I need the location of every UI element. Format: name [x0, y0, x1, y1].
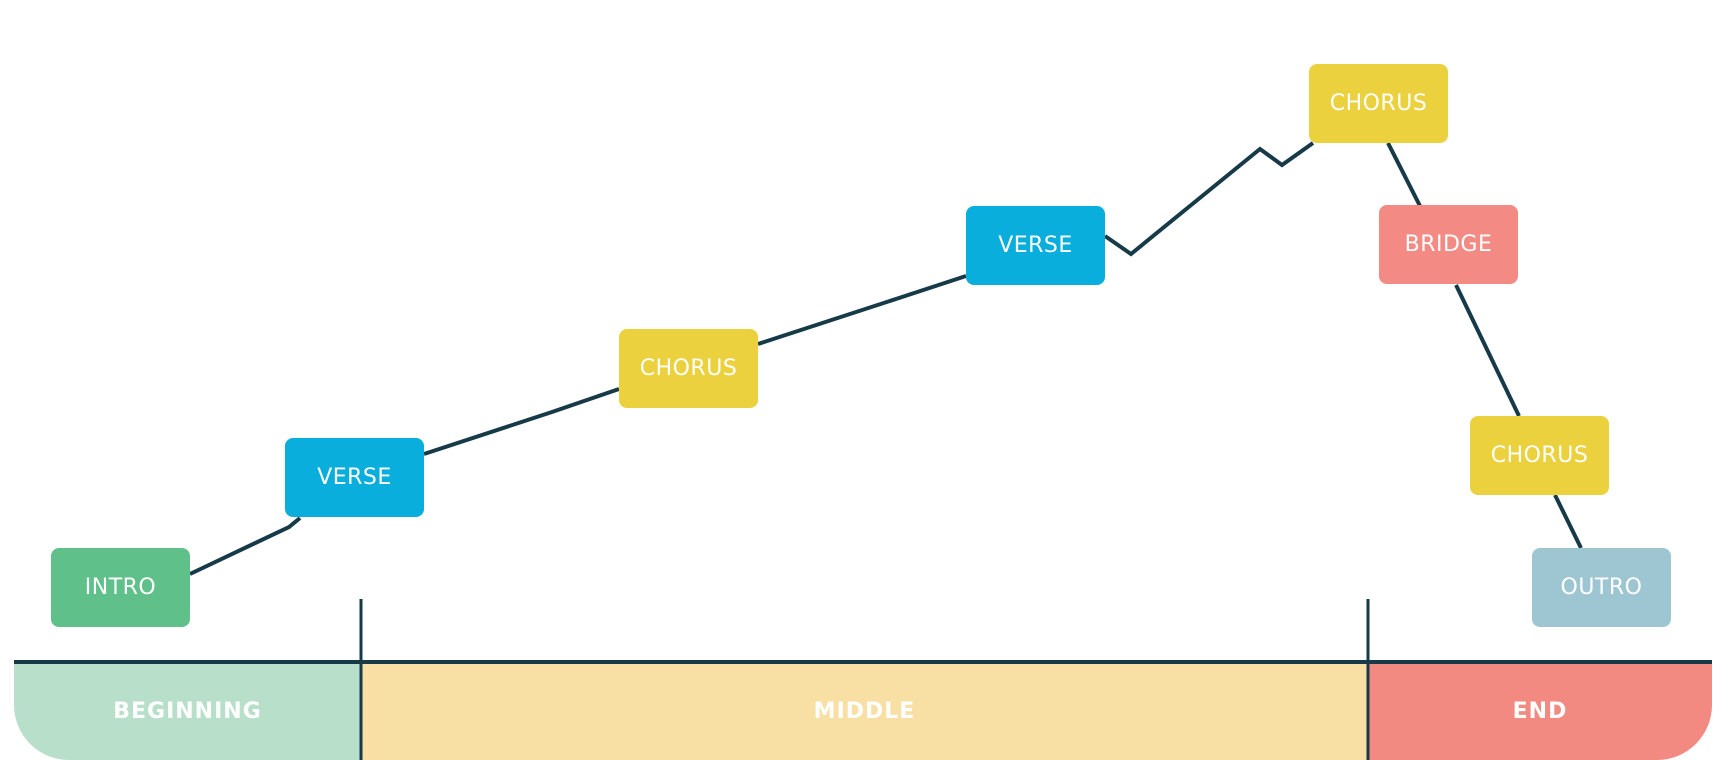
- timeline-axis: [14, 599, 1712, 760]
